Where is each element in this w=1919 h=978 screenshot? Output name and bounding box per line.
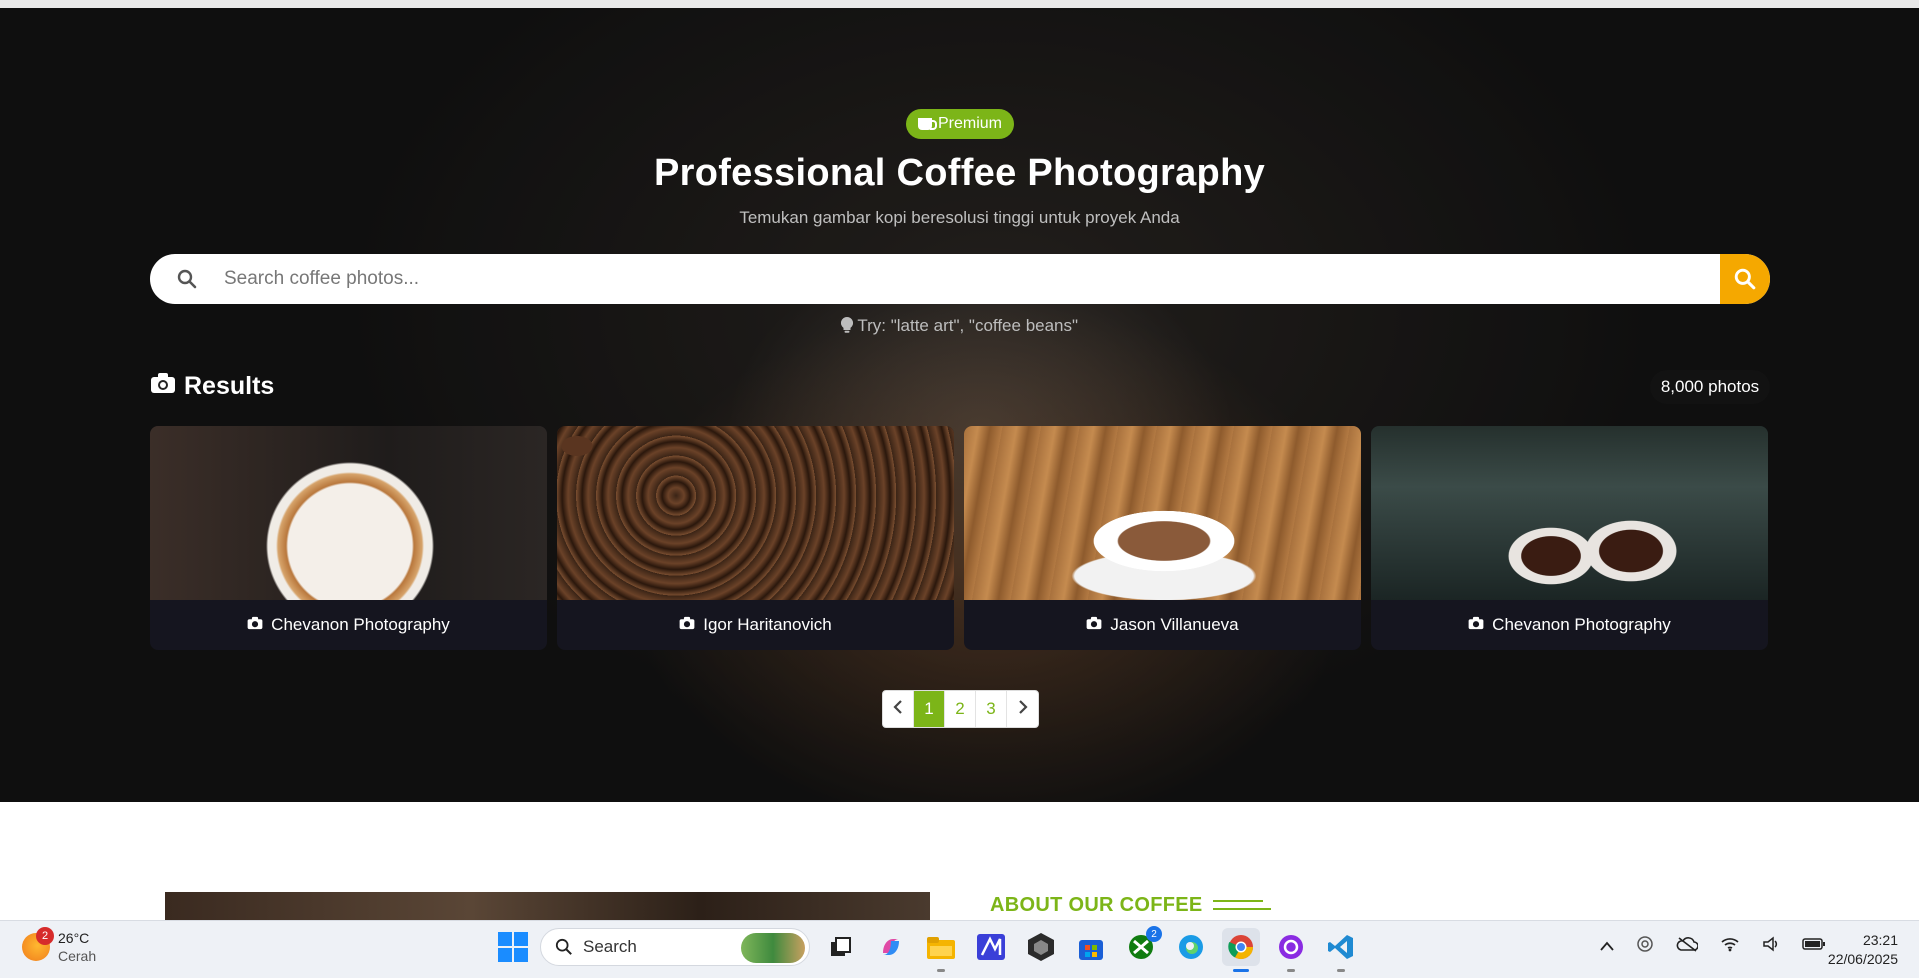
taskbar-search-label: Search	[583, 937, 637, 956]
meet-now-icon[interactable]	[1636, 935, 1654, 958]
volume-icon[interactable]	[1762, 936, 1780, 957]
camera-icon	[679, 615, 695, 635]
photo-espresso-machine-pour[interactable]	[1371, 426, 1768, 600]
search-hint-text: Try: "latte art", "coffee beans"	[857, 316, 1079, 335]
github-desktop-icon[interactable]	[1272, 928, 1310, 972]
clock-date: 22/06/2025	[1827, 951, 1898, 967]
chevron-right-icon	[1018, 699, 1028, 720]
task-view-icon[interactable]	[822, 928, 860, 966]
taskbar-search[interactable]: Search	[540, 928, 810, 966]
search-highlight-image	[741, 933, 805, 963]
camera-icon	[1468, 615, 1484, 635]
weather-widget[interactable]: 2 26°C Cerah	[22, 927, 97, 965]
photo-credit: Chevanon Photography	[1371, 600, 1768, 650]
copilot-icon[interactable]	[872, 928, 910, 966]
page-1-button[interactable]: 1	[914, 691, 945, 727]
photo-card[interactable]: Igor Haritanovich	[557, 426, 954, 650]
taskbar-apps: Search 2	[498, 926, 1360, 972]
camera-icon	[247, 615, 263, 635]
results-grid: Chevanon Photography Igor Haritanovich J…	[150, 426, 1770, 650]
edge-icon[interactable]	[1172, 928, 1210, 966]
file-explorer-icon[interactable]	[922, 928, 960, 972]
weather-notification-badge: 2	[36, 927, 54, 945]
start-button[interactable]	[498, 932, 528, 962]
search-icon	[555, 938, 572, 955]
clock-time: 23:21	[1862, 932, 1898, 948]
browser-top-strip	[0, 0, 1919, 8]
photo-credit: Igor Haritanovich	[557, 600, 954, 650]
weather-sun-icon: 2	[22, 927, 54, 961]
prev-page-button[interactable]	[883, 691, 914, 727]
page-title: Professional Coffee Photography	[653, 152, 1266, 194]
onedrive-offline-icon[interactable]	[1676, 936, 1699, 957]
search-icon	[150, 269, 224, 289]
microsoft-store-icon[interactable]	[1072, 928, 1110, 966]
photo-coffee-beans[interactable]	[557, 426, 954, 600]
chevron-left-icon	[893, 699, 903, 720]
results-heading: Results	[150, 372, 274, 401]
camera-icon	[150, 372, 176, 401]
photo-latte-art-pour[interactable]	[150, 426, 547, 600]
lightbulb-icon	[840, 316, 857, 335]
photo-count-badge: 8,000 photos	[1650, 370, 1770, 404]
photo-card[interactable]: Chevanon Photography	[150, 426, 547, 650]
wifi-icon[interactable]	[1720, 936, 1740, 957]
search-hint: Try: "latte art", "coffee beans"	[0, 316, 1919, 336]
chevron-up-icon[interactable]	[1600, 938, 1614, 956]
next-page-button[interactable]	[1007, 691, 1038, 727]
visual-studio-icon[interactable]	[972, 928, 1010, 966]
weather-temperature: 26°C	[58, 930, 90, 946]
premium-label: Premium	[937, 115, 1002, 132]
search-bar	[150, 254, 1770, 304]
weather-condition: Cerah	[58, 948, 97, 964]
about-image	[165, 892, 930, 922]
photo-card[interactable]: Chevanon Photography	[1371, 426, 1768, 650]
chrome-icon[interactable]	[1222, 928, 1260, 972]
hero-section: Premium Professional Coffee Photography …	[0, 8, 1919, 802]
system-clock[interactable]: 23:21 22/06/2025	[1810, 931, 1898, 969]
about-heading: ABOUT OUR COFFEE	[990, 894, 1203, 916]
windows-taskbar: 2 26°C Cerah Search 2 23:21 22/06/2025	[0, 920, 1919, 978]
coffee-cup-icon	[917, 118, 937, 130]
xbox-notification-badge: 2	[1146, 926, 1162, 942]
photo-credit: Jason Villanueva	[964, 600, 1361, 650]
camera-icon	[1086, 615, 1102, 635]
vscode-icon[interactable]	[1322, 928, 1360, 972]
photo-credit: Chevanon Photography	[150, 600, 547, 650]
premium-badge: Premium	[906, 109, 1014, 139]
page-subtitle: Temukan gambar kopi beresolusi tinggi un…	[739, 208, 1180, 227]
photo-cup-on-wooden-table[interactable]	[964, 426, 1361, 600]
system-tray	[1600, 935, 1826, 958]
unity-icon[interactable]	[1022, 928, 1060, 966]
photographer-name: Chevanon Photography	[271, 615, 450, 634]
page-2-button[interactable]: 2	[945, 691, 976, 727]
photographer-name: Igor Haritanovich	[703, 615, 832, 634]
photographer-name: Chevanon Photography	[1492, 615, 1671, 634]
about-heading-underline	[1213, 900, 1271, 912]
results-title: Results	[184, 372, 275, 400]
photographer-name: Jason Villanueva	[1110, 615, 1239, 634]
page-3-button[interactable]: 3	[976, 691, 1007, 727]
pagination: 1 2 3	[882, 690, 1039, 728]
search-input[interactable]	[224, 268, 1720, 290]
photo-card[interactable]: Jason Villanueva	[964, 426, 1361, 650]
xbox-icon[interactable]: 2	[1122, 926, 1162, 966]
search-submit-button[interactable]	[1720, 254, 1770, 304]
